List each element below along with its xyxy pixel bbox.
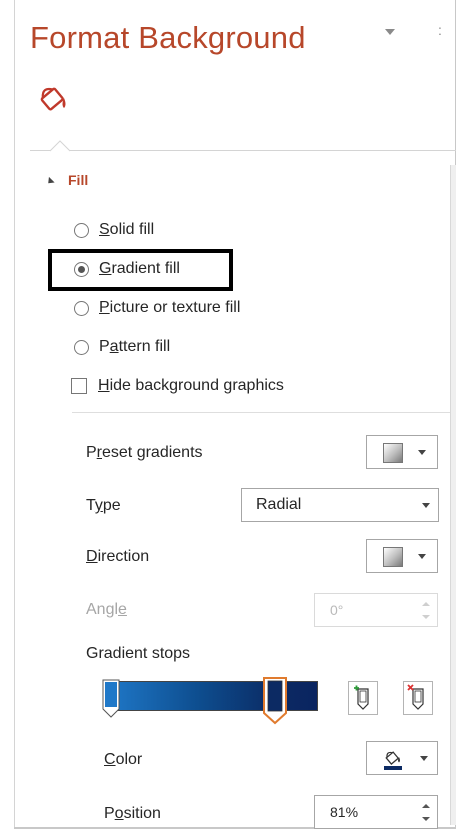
pane-title: Format Background (30, 20, 306, 55)
picture-fill-option[interactable]: Picture or texture fill (74, 296, 240, 320)
type-label: Type (86, 497, 121, 514)
spin-up-icon[interactable] (422, 804, 430, 808)
type-select[interactable]: Radial (241, 488, 439, 522)
preset-gradients-dropdown[interactable] (366, 435, 438, 469)
remove-gradient-stop-button[interactable] (403, 681, 433, 715)
collapse-arrow-icon[interactable] (45, 176, 55, 187)
position-spinbox[interactable]: 81% (314, 795, 438, 829)
hide-background-graphics-label: Hide background graphics (98, 377, 284, 394)
gradient-swatch-icon (383, 443, 403, 463)
angle-label: Angle (86, 601, 127, 618)
gradient-stop-0[interactable] (101, 679, 121, 719)
solid-fill-radio[interactable] (74, 222, 89, 238)
chevron-down-icon (418, 554, 426, 559)
chevron-down-icon (418, 450, 426, 455)
position-label: Position (104, 805, 161, 822)
spin-down-icon (422, 615, 430, 619)
angle-spinbox: 0° (314, 593, 438, 627)
pane-options-icon[interactable]: : (438, 22, 442, 38)
hide-background-graphics-checkbox[interactable] (71, 378, 87, 394)
spin-up-icon (422, 602, 430, 606)
gradient-fill-highlight (48, 249, 233, 291)
solid-fill-option[interactable]: Solid fill (74, 218, 154, 242)
pattern-fill-option[interactable]: Pattern fill (74, 335, 170, 359)
fill-color-icon (384, 751, 402, 770)
pane-left-border (14, 0, 15, 829)
angle-value: 0° (330, 602, 344, 618)
gradient-swatch-icon (383, 547, 403, 567)
direction-label: Direction (86, 548, 150, 565)
pattern-fill-radio[interactable] (74, 339, 89, 355)
vertical-scrollbar[interactable] (450, 165, 456, 825)
preset-gradients-label: Preset gradients (86, 444, 203, 461)
gradient-stops-label: Gradient stops (86, 645, 191, 662)
hide-background-graphics-option[interactable]: Hide background graphics (71, 374, 284, 398)
picture-fill-label: Picture or texture fill (99, 299, 241, 316)
add-gradient-stop-icon (354, 685, 369, 710)
solid-fill-label: Solid fill (99, 221, 155, 238)
chevron-down-icon[interactable] (385, 29, 395, 35)
spin-down-icon[interactable] (422, 817, 430, 821)
add-gradient-stop-button[interactable] (348, 681, 378, 715)
fill-color-dropdown[interactable] (366, 741, 438, 775)
type-value: Radial (256, 496, 302, 513)
section-divider (72, 412, 450, 413)
position-value[interactable]: 81% (330, 804, 358, 820)
tab-selection-pointer (50, 140, 70, 152)
paint-bucket-icon[interactable] (34, 80, 74, 116)
tab-separator (30, 150, 456, 151)
pattern-fill-label: Pattern fill (99, 338, 171, 355)
gradient-stop-1-selected[interactable] (262, 677, 288, 725)
direction-dropdown[interactable] (366, 539, 438, 573)
chevron-down-icon (422, 503, 430, 508)
remove-gradient-stop-icon (407, 684, 424, 710)
picture-fill-radio[interactable] (74, 300, 89, 316)
chevron-down-icon (420, 756, 428, 761)
color-label: Color (104, 751, 143, 768)
fill-section-header[interactable]: Fill (68, 172, 88, 188)
